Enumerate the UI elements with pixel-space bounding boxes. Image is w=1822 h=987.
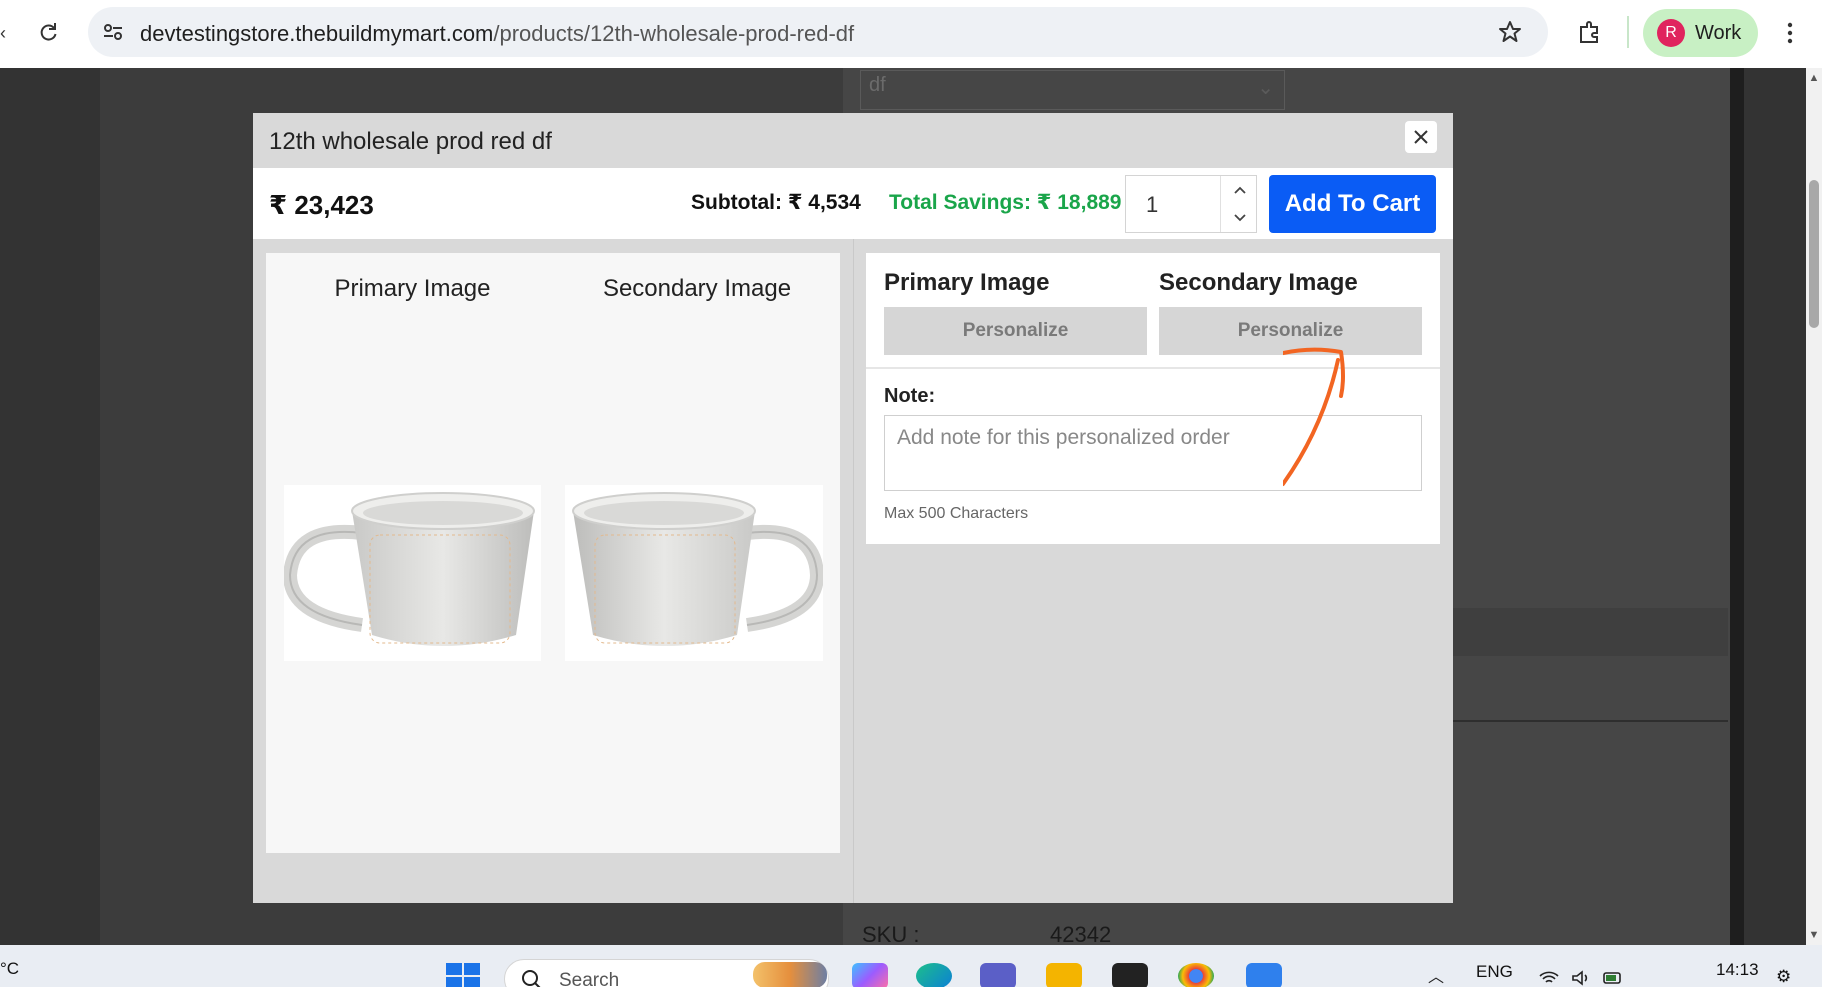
- variant-select-value: df: [869, 74, 886, 96]
- personalize-secondary-button[interactable]: Personalize: [1159, 307, 1422, 355]
- close-icon: [1414, 130, 1428, 144]
- close-button[interactable]: [1405, 121, 1437, 153]
- quantity-stepper[interactable]: 1: [1125, 175, 1257, 233]
- modal-header: 12th wholesale prod red df: [253, 113, 1453, 168]
- page-edge: [1730, 68, 1744, 945]
- note-label: Note:: [884, 385, 936, 407]
- quantity-spinner: [1220, 176, 1258, 232]
- search-highlight-image: [753, 962, 827, 987]
- system-tray: [1538, 969, 1624, 987]
- increment-button[interactable]: [1221, 176, 1259, 204]
- bookmark-star-icon[interactable]: [1496, 18, 1524, 46]
- personalize-primary-button[interactable]: Personalize: [884, 307, 1147, 355]
- url-text: devtestingstore.thebuildmymart.com/produ…: [140, 21, 854, 47]
- decrement-button[interactable]: [1221, 204, 1259, 232]
- total-savings: Total Savings: ₹ 18,889: [889, 191, 1122, 214]
- search-placeholder: Search: [559, 970, 620, 987]
- personalize-panel: Primary Image Secondary Image Personaliz…: [866, 253, 1440, 544]
- panel-separator: [866, 367, 1440, 369]
- personalize-modal: 12th wholesale prod red df ₹ 23,423 Subt…: [253, 113, 1453, 903]
- browser-toolbar: ‹ devtestingstore.thebuildmymart.com/pro…: [0, 0, 1822, 68]
- secondary-mug-image: [565, 485, 825, 661]
- quantity-input[interactable]: 1: [1126, 176, 1220, 232]
- wifi-icon[interactable]: [1538, 969, 1560, 987]
- weather-temperature[interactable]: °C: [0, 959, 19, 979]
- os-taskbar: °C Search ︿ ENG 14:13 ⚙: [0, 945, 1822, 987]
- notepad-icon[interactable]: [1246, 963, 1282, 987]
- chevron-down-icon: [1234, 214, 1246, 222]
- site-settings-icon[interactable]: [100, 19, 126, 45]
- page-scrollbar[interactable]: ▲ ▼: [1806, 68, 1822, 945]
- language-indicator[interactable]: ENG: [1476, 962, 1513, 982]
- extensions-icon[interactable]: [1574, 16, 1606, 48]
- scroll-up-arrow-icon[interactable]: ▲: [1806, 72, 1822, 86]
- edge-browser-icon[interactable]: [916, 963, 952, 987]
- scroll-thumb[interactable]: [1809, 180, 1819, 328]
- teams-icon[interactable]: [980, 963, 1016, 987]
- address-bar[interactable]: devtestingstore.thebuildmymart.com/produ…: [88, 7, 1548, 57]
- personalize-primary-title: Primary Image: [884, 269, 1050, 296]
- url-host: devtestingstore.thebuildmymart.com: [140, 21, 494, 46]
- avatar: R: [1657, 19, 1685, 47]
- panel-divider: [853, 239, 854, 903]
- app-icon[interactable]: [1112, 963, 1148, 987]
- volume-icon[interactable]: [1570, 969, 1592, 987]
- add-to-cart-button[interactable]: Add To Cart: [1269, 175, 1436, 233]
- product-price: ₹ 23,423: [269, 190, 374, 220]
- battery-icon[interactable]: [1602, 969, 1624, 987]
- tray-overflow-icon[interactable]: ︿: [1428, 963, 1444, 987]
- chevron-up-icon: [1234, 186, 1246, 194]
- note-char-limit: Max 500 Characters: [884, 505, 1029, 522]
- file-explorer-icon[interactable]: [1046, 963, 1082, 987]
- purchase-bar: ₹ 23,423 Subtotal: ₹ 4,534 Total Savings…: [253, 168, 1453, 239]
- preview-secondary-title: Secondary Image: [602, 275, 792, 302]
- chrome-icon[interactable]: [1178, 963, 1214, 987]
- personalize-secondary-title: Secondary Image: [1159, 269, 1358, 296]
- copilot-icon[interactable]: [852, 963, 888, 987]
- toolbar-divider: [1627, 16, 1629, 48]
- reload-icon[interactable]: [33, 17, 63, 47]
- subtotal: Subtotal: ₹ 4,534: [691, 191, 861, 214]
- search-icon: [522, 970, 541, 987]
- modal-title: 12th wholesale prod red df: [269, 128, 552, 155]
- url-path: /products/12th-wholesale-prod-red-df: [493, 21, 855, 46]
- preview-primary-title: Primary Image: [334, 275, 491, 302]
- taskbar-search[interactable]: Search: [504, 959, 829, 987]
- profile-label: Work: [1695, 21, 1742, 44]
- primary-mug-image: [282, 485, 541, 661]
- image-preview-panel: Primary Image Secondary Image: [266, 253, 840, 853]
- menu-kebab-icon[interactable]: [1780, 17, 1800, 49]
- scroll-down-arrow-icon[interactable]: ▼: [1806, 929, 1822, 943]
- variant-select[interactable]: df ⌄: [860, 70, 1285, 110]
- note-field[interactable]: [884, 415, 1422, 491]
- notification-icon[interactable]: ⚙: [1776, 967, 1791, 987]
- back-arrow-icon[interactable]: ‹: [0, 24, 10, 42]
- profile-chip[interactable]: R Work: [1643, 9, 1758, 57]
- clock-time[interactable]: 14:13: [1716, 960, 1759, 980]
- windows-start-icon[interactable]: [446, 963, 480, 987]
- chevron-down-icon: ⌄: [1257, 77, 1274, 99]
